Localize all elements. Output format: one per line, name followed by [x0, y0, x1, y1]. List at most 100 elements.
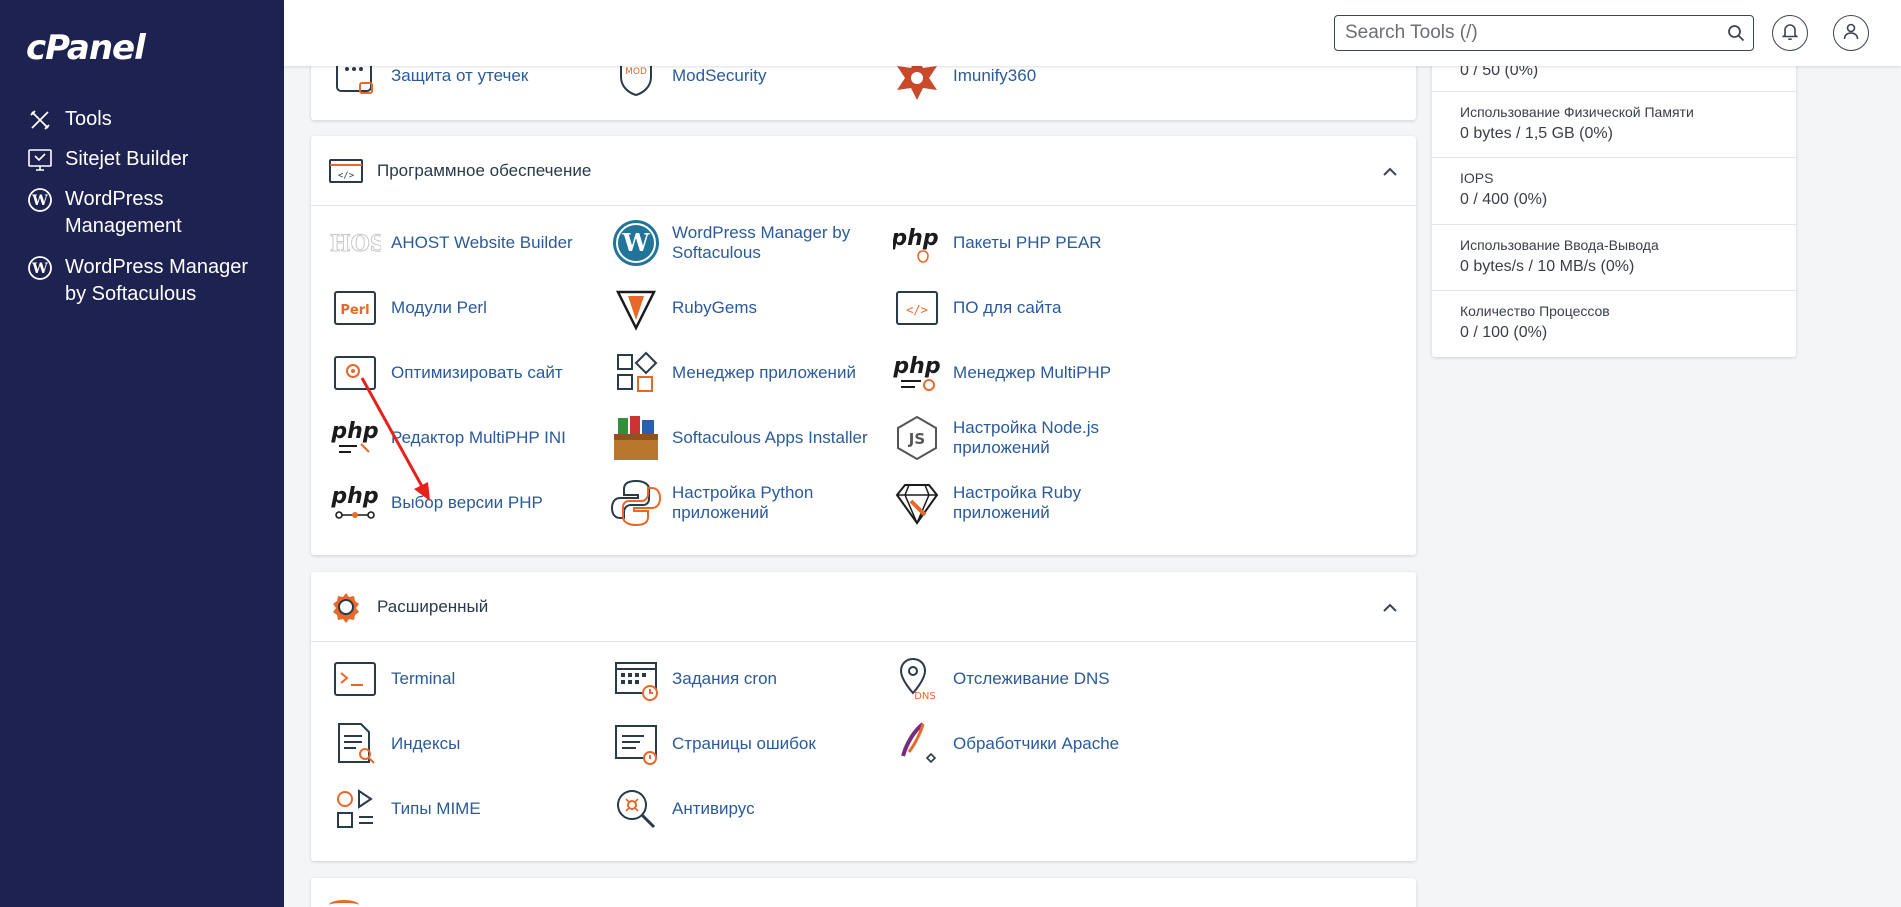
tool-app-manager[interactable]: Менеджер приложений — [610, 345, 890, 401]
ruby-icon — [891, 477, 943, 529]
tool-nodejs[interactable]: JS Настройка Node.js приложений — [891, 410, 1171, 466]
svg-text:W: W — [31, 193, 48, 209]
svg-text:php: php — [331, 419, 379, 444]
tool-label: Imunify360 — [953, 66, 1037, 85]
sidebar-item-sitejet[interactable]: Sitejet Builder — [0, 140, 284, 180]
section-title: Программное обеспечение — [377, 160, 592, 180]
sidebar-item-wordpress-softaculous[interactable]: W WordPress Manager by Softaculous — [0, 248, 284, 314]
wordpress-icon: W — [26, 186, 54, 214]
svg-text:DNS: DNS — [914, 691, 936, 702]
advanced-card-header[interactable]: Расширенный — [311, 572, 1416, 642]
python-icon — [610, 477, 662, 529]
sidebar-nav: Tools Sitejet Builder W WordPress Manage… — [0, 100, 284, 314]
tool-python[interactable]: Настройка Python приложений — [610, 475, 890, 531]
tool-label: Оптимизировать сайт — [391, 363, 563, 382]
notifications-button[interactable] — [1772, 15, 1808, 51]
search-icon[interactable] — [1727, 24, 1745, 47]
tool-label: WordPress Manager by Softaculous — [672, 223, 851, 262]
tool-site-software[interactable]: </> ПО для сайта — [891, 280, 1171, 336]
tool-label: Редактор MultiPHP INI — [391, 428, 566, 447]
tool-label: Антивирус — [672, 799, 755, 818]
sidebar-item-tools[interactable]: Tools — [0, 100, 284, 140]
mime-icon — [329, 783, 381, 835]
tool-ahost-builder[interactable]: @HOST AHOST Website Builder — [329, 215, 609, 271]
tool-terminal[interactable]: Terminal — [329, 651, 609, 707]
svg-text:</>: </> — [906, 303, 928, 317]
stat-label: Количество Процессов — [1460, 303, 1610, 319]
svg-text:MOD: MOD — [625, 67, 647, 77]
tool-indexes[interactable]: Индексы — [329, 716, 609, 772]
top-header — [284, 0, 1901, 66]
wordpress-icon: W — [610, 217, 662, 269]
tool-multiphp-manager[interactable]: php Менеджер MultiPHP — [891, 345, 1171, 401]
site-software-icon: </> — [891, 282, 943, 334]
tool-label: Выбор версии PHP — [391, 493, 543, 512]
tool-dns-tracking[interactable]: DNS Отслеживание DNS — [891, 651, 1171, 707]
stat-value: 0 / 400 (0%) — [1460, 191, 1548, 208]
nodejs-icon: JS — [891, 412, 943, 464]
php-pear-icon: php — [891, 217, 943, 269]
search-input[interactable] — [1335, 16, 1715, 50]
section-icon — [329, 900, 359, 907]
user-icon — [1842, 22, 1860, 45]
tool-cron[interactable]: Задания cron — [610, 651, 890, 707]
tool-label: Настройка Node.js приложений — [953, 418, 1100, 457]
stat-label: IOPS — [1460, 170, 1494, 186]
tool-label: Пакеты PHP PEAR — [953, 233, 1102, 252]
cpanel-logo[interactable]: cPanel — [26, 28, 146, 68]
tool-label: Обработчики Apache — [953, 734, 1120, 753]
tool-label: Типы MIME — [391, 799, 481, 818]
stat-value: 0 bytes / 1,5 GB (0%) — [1460, 125, 1613, 142]
tool-softaculous[interactable]: Softaculous Apps Installer — [610, 410, 890, 466]
svg-text:@HOST: @HOST — [329, 231, 381, 257]
tool-error-pages[interactable]: Страницы ошибок — [610, 716, 890, 772]
chevron-up-icon[interactable] — [1382, 598, 1398, 618]
user-menu-button[interactable] — [1833, 15, 1869, 51]
tool-rubygems[interactable]: RubyGems — [610, 280, 890, 336]
tool-optimize-site[interactable]: Оптимизировать сайт — [329, 345, 609, 401]
svg-text:JS: JS — [908, 430, 925, 448]
indexes-icon — [329, 718, 381, 770]
section-title: Расширенный — [377, 596, 489, 616]
tool-label: Terminal — [391, 669, 456, 688]
tools-icon — [26, 106, 54, 134]
tool-label: Менеджер приложений — [672, 363, 856, 382]
tool-label: Модули Perl — [391, 298, 487, 317]
tool-label: Задания cron — [672, 669, 777, 688]
tool-wordpress-manager[interactable]: W WordPress Manager by Softaculous — [610, 215, 890, 271]
chevron-up-icon[interactable] — [1382, 162, 1398, 182]
stat-item: Использование Ввода-Вывода 0 bytes/s / 1… — [1432, 225, 1796, 291]
sidebar-item-label: WordPress Management — [65, 188, 182, 237]
tool-label: ModSecurity — [672, 66, 767, 85]
svg-text:Perl: Perl — [340, 303, 369, 318]
svg-text:php: php — [331, 484, 379, 509]
search-box[interactable] — [1334, 15, 1754, 51]
app-manager-icon — [610, 347, 662, 399]
tool-perl-modules[interactable]: Perl Модули Perl — [329, 280, 609, 336]
tool-apache-handlers[interactable]: Обработчики Apache — [891, 716, 1171, 772]
tool-mime-types[interactable]: Типы MIME — [329, 781, 609, 837]
tool-ruby[interactable]: Настройка Ruby приложений — [891, 475, 1171, 531]
tool-label: Настройка Python приложений — [672, 483, 814, 522]
tool-multiphp-ini[interactable]: php Редактор MultiPHP INI — [329, 410, 609, 466]
sidebar-item-wordpress-management[interactable]: W WordPress Management — [0, 180, 284, 246]
svg-text:php: php — [893, 226, 939, 251]
dns-icon: DNS — [891, 653, 943, 705]
terminal-icon — [329, 653, 381, 705]
antivirus-icon — [610, 783, 662, 835]
sitejet-icon — [26, 146, 54, 174]
tool-antivirus[interactable]: Антивирус — [610, 781, 890, 837]
stats-panel: 0 / 50 (0%) Использование Физической Пам… — [1432, 48, 1796, 357]
tool-php-version[interactable]: php Выбор версии PHP — [329, 475, 609, 531]
multiphp-ini-icon: php — [329, 412, 381, 464]
stat-item: Количество Процессов 0 / 100 (0%) — [1432, 291, 1796, 357]
svg-text:W: W — [622, 228, 651, 257]
tool-php-pear[interactable]: php Пакеты PHP PEAR — [891, 215, 1171, 271]
php-version-icon: php — [329, 477, 381, 529]
bell-icon — [1781, 22, 1799, 45]
code-window-icon: </> — [329, 154, 363, 188]
software-card-header[interactable]: </> Программное обеспечение — [311, 136, 1416, 206]
stat-item: Использование Физической Памяти 0 bytes … — [1432, 92, 1796, 158]
gear-icon — [329, 590, 363, 624]
softaculous-icon — [610, 412, 662, 464]
